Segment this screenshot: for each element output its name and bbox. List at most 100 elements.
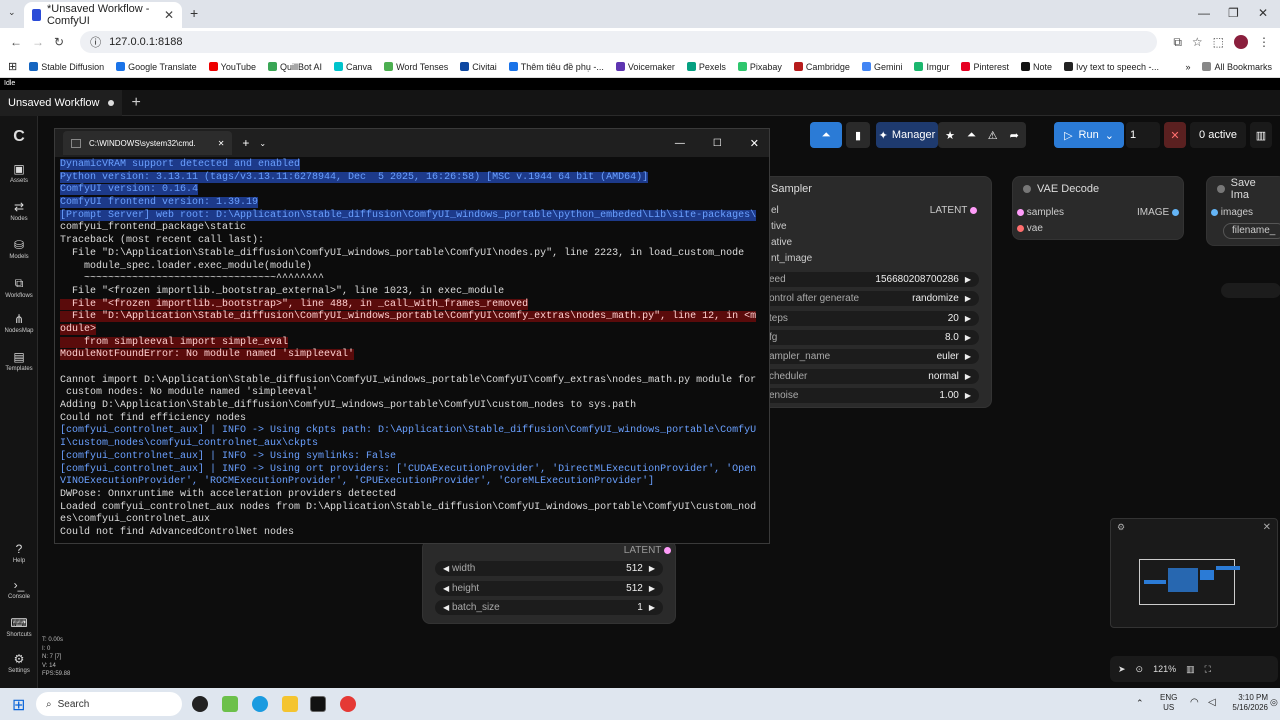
all-bookmarks[interactable]: All Bookmarks [1202, 62, 1272, 72]
alert-icon[interactable]: ⚠ [988, 129, 998, 142]
zoom-level[interactable]: 121% [1153, 664, 1176, 674]
increment-arrow-icon[interactable]: ▶ [965, 314, 971, 323]
clock[interactable]: 3:10 PM 5/16/2026 [1222, 693, 1268, 713]
manager-button[interactable]: ✦ Manager [876, 122, 938, 148]
new-tab-icon[interactable]: + [242, 136, 249, 150]
increment-arrow-icon[interactable]: ▶ [649, 584, 655, 593]
new-workflow-icon[interactable]: + [132, 94, 141, 112]
reload-icon[interactable]: ↻ [54, 35, 64, 49]
bookmark-item[interactable]: YouTube [208, 62, 256, 72]
volume-icon[interactable]: ◁ [1208, 697, 1216, 708]
bookmark-item[interactable]: Pexels [686, 62, 726, 72]
ksampler-widget[interactable]: ontrol after generate randomize ▶ [761, 291, 979, 307]
latent-output[interactable]: LATENT [624, 545, 671, 556]
image-output[interactable]: IMAGE [1137, 207, 1179, 218]
tab-search-icon[interactable]: ⌄ [8, 7, 16, 18]
more-bookmarks-icon[interactable]: » [1185, 62, 1190, 72]
comfy-logo[interactable]: C [0, 128, 38, 148]
latent-output[interactable]: LATENT [930, 205, 977, 216]
panel-toggle-button[interactable]: ▥ [1250, 122, 1272, 148]
bookmark-item[interactable]: Stable Diffusion [29, 62, 104, 72]
wifi-icon[interactable]: ◠ [1190, 697, 1199, 708]
cancel-button[interactable]: ✕ [1164, 122, 1186, 148]
bookmark-item[interactable]: Pinterest [961, 62, 1009, 72]
ksampler-node[interactable]: Sampler LATENT el tive ative nt_image ee… [760, 176, 992, 408]
minimize-icon[interactable]: — [1198, 6, 1210, 20]
star-icon[interactable]: ★ [945, 129, 955, 142]
cast-icon[interactable]: ⧉ [1173, 35, 1182, 50]
vae-decode-node[interactable]: VAE Decode samples vae IMAGE [1012, 176, 1184, 240]
increment-arrow-icon[interactable]: ▶ [965, 275, 971, 284]
decrement-arrow-icon[interactable]: ◀ [443, 603, 449, 612]
filename-widget[interactable] [1221, 283, 1280, 298]
fit-view-icon[interactable]: ⊙ [1136, 664, 1144, 675]
queue-count-input[interactable]: 1 [1126, 122, 1160, 148]
maximize-icon[interactable]: ☐ [713, 138, 722, 149]
bookmark-item[interactable]: QuillBot AI [268, 62, 322, 72]
bookmark-item[interactable]: Word Tenses [384, 62, 448, 72]
close-window-icon[interactable]: ✕ [1258, 6, 1268, 20]
chevron-down-icon[interactable]: ⌄ [1105, 129, 1114, 142]
filename-prefix-input[interactable]: filename_ [1223, 223, 1280, 239]
increment-arrow-icon[interactable]: ▶ [965, 372, 971, 381]
ksampler-widget[interactable]: enoise 1.00 ▶ [761, 387, 979, 403]
bookmark-button[interactable]: ▮ [846, 122, 870, 148]
address-bar[interactable]: ⓘ 127.0.0.1:8188 [80, 31, 1158, 53]
workflow-tab[interactable]: Unsaved Workflow [0, 89, 122, 116]
bookmark-item[interactable]: Thêm tiêu đề phụ -... [508, 62, 604, 72]
minimap[interactable]: ⚙ ✕ [1110, 518, 1278, 628]
bookmark-item[interactable]: Canva [334, 62, 372, 72]
increment-arrow-icon[interactable]: ▶ [965, 294, 971, 303]
vae-input[interactable]: vae [1017, 223, 1043, 234]
close-window-icon[interactable]: ✕ [750, 137, 759, 150]
select-tool-icon[interactable]: ➤ [1118, 664, 1126, 675]
bookmark-star-icon[interactable]: ☆ [1192, 35, 1203, 49]
minimize-icon[interactable]: — [675, 138, 685, 149]
decrement-arrow-icon[interactable]: ◀ [443, 584, 449, 593]
profile-avatar[interactable] [1234, 35, 1248, 49]
minimap-toggle-icon[interactable]: ▥ [1186, 664, 1195, 675]
increment-arrow-icon[interactable]: ▶ [649, 603, 655, 612]
increment-arrow-icon[interactable]: ▶ [965, 391, 971, 400]
manager-tools[interactable]: ★ ⏶ ⚠ ➦ [938, 122, 1026, 148]
bookmark-item[interactable]: Cambridge [793, 62, 850, 72]
link-visibility-icon[interactable]: ⛶ [1205, 664, 1211, 675]
ksampler-widget[interactable]: eed 156680208700286 ▶ [761, 272, 979, 287]
cmd-output[interactable]: DynamicVRAM support detected and enabled… [55, 157, 769, 542]
site-info-icon[interactable]: ⓘ [90, 34, 101, 50]
empty-latent-node[interactable]: LATENT ◀ width 512 ▶ ◀ height 512 ▶ ◀ batch_si… [422, 540, 676, 624]
bookmark-item[interactable]: Imgur [914, 62, 949, 72]
bookmark-item[interactable]: Voicemaker [615, 62, 675, 72]
latent-widget[interactable]: ◀ width 512 ▶ [435, 561, 663, 576]
minimap-settings-icon[interactable]: ⚙ [1117, 522, 1125, 533]
increment-arrow-icon[interactable]: ▶ [649, 564, 655, 573]
notification-icon[interactable]: ◎ [1270, 697, 1278, 708]
increment-arrow-icon[interactable]: ▶ [965, 352, 971, 361]
sidebar-item-settings[interactable]: ⚙ Settings [0, 652, 38, 674]
chrome-icon[interactable] [340, 696, 356, 712]
sidebar-item-help[interactable]: ? Help [0, 542, 38, 564]
close-tab-icon[interactable]: ✕ [164, 8, 174, 22]
ksampler-widget[interactable]: cheduler normal ▶ [761, 368, 979, 384]
bookmark-item[interactable]: Ivy text to speech -... [1064, 62, 1159, 72]
bookmark-item[interactable]: Google Translate [116, 62, 197, 72]
run-button[interactable]: ▷ Run ⌄ [1054, 122, 1124, 148]
taskbar-search[interactable]: ⌕ Search [36, 692, 182, 716]
ksampler-widget[interactable]: ampler_name euler ▶ [761, 349, 979, 365]
extensions-icon[interactable]: ⬚ [1213, 35, 1224, 49]
latent-widget[interactable]: ◀ height 512 ▶ [435, 580, 663, 596]
maximize-icon[interactable]: ❐ [1228, 6, 1239, 20]
bookmark-item[interactable]: Pixabay [737, 62, 782, 72]
ksampler-widget[interactable]: teps 20 ▶ [761, 310, 979, 326]
save-image-node[interactable]: Save Ima images filename_ [1206, 176, 1280, 298]
decrement-arrow-icon[interactable]: ◀ [443, 564, 449, 573]
ksampler-widget[interactable]: fg 8.0 ▶ [761, 329, 979, 345]
cmd-tab[interactable]: C:\WINDOWS\system32\cmd. ✕ [63, 131, 233, 155]
minimap-viewport[interactable] [1139, 559, 1240, 605]
latent-widget[interactable]: ◀ batch_size 1 ▶ [435, 600, 663, 615]
bookmark-item[interactable]: Note [1021, 62, 1052, 72]
apps-icon[interactable]: ⊞ [8, 60, 17, 73]
language-indicator[interactable]: ENG US [1160, 693, 1177, 713]
sidebar-item-nodesmap[interactable]: ⋔ NodesMap [0, 312, 38, 334]
edge-icon[interactable] [252, 696, 268, 712]
